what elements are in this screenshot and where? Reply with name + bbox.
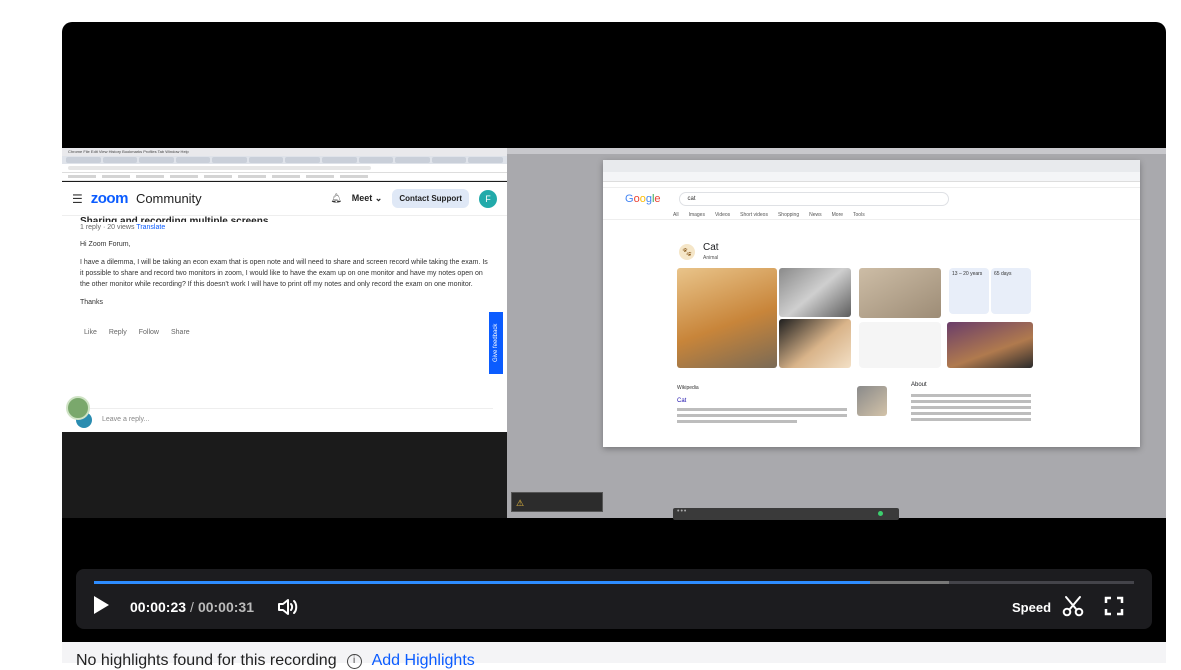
- about-line: [911, 400, 1031, 403]
- mac-menubar-right: [507, 148, 1166, 154]
- google-search-window: Google cat All Images Videos Short video…: [603, 160, 1140, 447]
- knowledge-panel-subtitle: Animal: [703, 255, 719, 261]
- hamburger-icon: ☰: [72, 191, 83, 206]
- play-button[interactable]: [92, 595, 112, 617]
- mac-menubar: Chrome File Edit View History Bookmarks …: [62, 148, 507, 156]
- post-body: Hi Zoom Forum, I have a dilemma, I will …: [80, 241, 488, 306]
- cat-image-tabby: [779, 268, 851, 317]
- about-line: [911, 418, 1031, 421]
- bell-icon: 🔔︎: [330, 193, 342, 203]
- cat-image-orange: [677, 268, 777, 368]
- add-highlights-link[interactable]: Add Highlights: [372, 652, 475, 670]
- cat-video-thumbnail: [947, 322, 1033, 368]
- like-action: Like: [84, 329, 97, 336]
- warning-icon: ⚠: [516, 498, 525, 508]
- right-monitor-capture: Google cat All Images Videos Short video…: [507, 148, 1166, 518]
- left-monitor-capture: Chrome File Edit View History Bookmarks …: [62, 148, 507, 518]
- google-search-tabs: All Images Videos Short videos Shopping …: [603, 210, 1140, 220]
- time-separator: /: [190, 599, 194, 615]
- screen-share-toolbar-overlay: •••: [673, 508, 899, 520]
- highlights-bar: No highlights found for this recording i…: [62, 642, 1166, 669]
- more-dots-icon: •••: [677, 508, 688, 515]
- video-player[interactable]: Chrome File Edit View History Bookmarks …: [62, 22, 1166, 642]
- post-meta: 1 reply · 20 views Translate: [80, 224, 166, 231]
- no-highlights-message: No highlights found for this recording: [76, 652, 337, 669]
- browser-tabstrip: [62, 156, 507, 164]
- google-logo: Google: [625, 193, 661, 205]
- lifespan-card: 13 – 20 years: [949, 268, 989, 314]
- knowledge-panel-title: Cat: [703, 242, 719, 253]
- browser-address-bar: [62, 164, 507, 173]
- give-feedback-tab: Give feedback: [489, 312, 503, 374]
- post-actions: Like Reply Follow Share: [62, 315, 507, 336]
- about-title: About: [911, 382, 927, 388]
- current-time: 00:00:23: [130, 599, 187, 615]
- result-thumbnail: [857, 386, 887, 416]
- zoom-logo: zoom: [90, 190, 129, 207]
- browser-address-bar-right: [603, 172, 1140, 182]
- about-line: [911, 412, 1031, 415]
- share-action: Share: [170, 329, 190, 336]
- bookmarks-bar: [62, 173, 507, 181]
- result-snippet: [677, 420, 797, 423]
- info-icon[interactable]: i: [346, 653, 362, 669]
- about-line: [911, 394, 1031, 397]
- cat-image-kitten: [779, 319, 851, 368]
- time-display: 00:00:23/00:00:31: [130, 599, 254, 615]
- status-dot-icon: [878, 511, 883, 516]
- recording-video-frame[interactable]: Chrome File Edit View History Bookmarks …: [62, 148, 1166, 520]
- progress-bar[interactable]: [94, 581, 1134, 584]
- zoom-community-page: ☰ zoom Community 🔔︎ Meet ⌄ Contact Suppo…: [62, 182, 507, 432]
- result-title: Cat: [677, 398, 687, 404]
- cookie-settings-icon: [66, 396, 90, 420]
- google-search-box: cat: [678, 192, 949, 206]
- google-header: Google cat: [603, 188, 1140, 210]
- fullscreen-icon[interactable]: [1104, 596, 1124, 616]
- reply-box: Leave a reply...: [76, 408, 493, 430]
- result-snippet: [677, 414, 847, 417]
- reply-placeholder: Leave a reply...: [102, 416, 150, 423]
- player-controls: 00:00:23/00:00:31 Speed: [76, 569, 1152, 629]
- contact-support-button: Contact Support: [392, 189, 469, 208]
- zoom-header: ☰ zoom Community 🔔︎ Meet ⌄ Contact Suppo…: [62, 182, 507, 216]
- gestation-card: 65 days: [991, 268, 1031, 314]
- avatar: F: [479, 189, 497, 208]
- about-line: [911, 406, 1031, 409]
- news-card: [859, 322, 941, 368]
- paw-icon: 🐾︎: [679, 244, 695, 260]
- total-time: 00:00:31: [197, 599, 254, 615]
- meet-menu: Meet ⌄: [351, 193, 383, 203]
- speed-button[interactable]: Speed: [1012, 600, 1051, 615]
- scissors-icon[interactable]: [1062, 595, 1084, 617]
- screen-share-warning-overlay: ⚠: [511, 492, 603, 512]
- follow-action: Follow: [138, 329, 159, 336]
- result-source: Wikipedia: [677, 385, 699, 391]
- progress-played: [94, 581, 870, 584]
- browser-tabstrip-right: [603, 160, 1140, 172]
- volume-icon[interactable]: [276, 597, 300, 617]
- reply-action: Reply: [108, 329, 127, 336]
- result-snippet: [677, 408, 847, 411]
- community-label: Community: [135, 191, 202, 206]
- cat-image-room: [859, 268, 941, 318]
